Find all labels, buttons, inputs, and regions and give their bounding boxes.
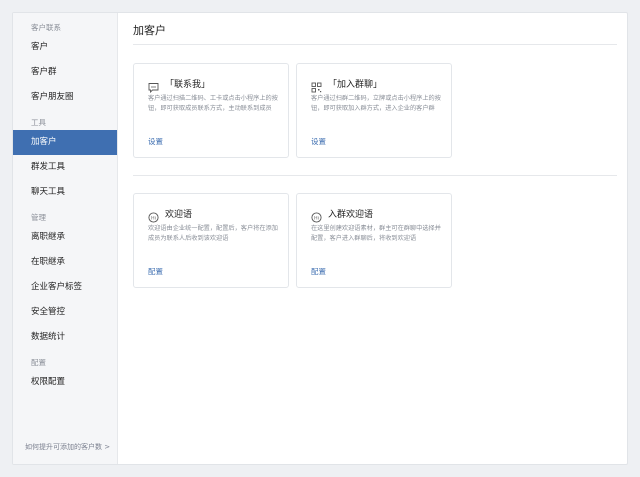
sidebar-item-customer-groups[interactable]: 客户群 <box>13 60 117 85</box>
sidebar-item-security[interactable]: 安全管控 <box>13 300 117 325</box>
hi-icon: Hi <box>311 208 322 223</box>
card-join-group: 「加入群聊」 客户通过扫群二维码，立牌或点击小程序上的按钮，即可获取加入群方式，… <box>296 63 452 158</box>
card-description: 客户通过扫描二维码、工卡或点击小程序上的按钮，即可获取成员联系方式，主动联系到成… <box>148 95 278 112</box>
configure-link[interactable]: 配置 <box>148 266 163 277</box>
sidebar-group-title: 管理 <box>31 213 46 222</box>
sidebar-item-customers[interactable]: 客户 <box>13 35 117 60</box>
qrcode-icon <box>311 78 322 93</box>
card-description: 在这里创建欢迎语素材，群主可在群聊中选择并配置，客户进入群聊后，将收到欢迎语 <box>311 225 441 242</box>
sidebar-item-resigned-transfer[interactable]: 离职继承 <box>13 225 117 250</box>
hi-icon: Hi <box>148 208 159 223</box>
sidebar-item-chat-tool[interactable]: 聊天工具 <box>13 180 117 205</box>
configure-link[interactable]: 配置 <box>311 266 326 277</box>
card-title: 入群欢迎语 <box>328 210 374 220</box>
main-content: 加客户 「联系我」 客户通过扫描二维码、工卡或点击小程序上的按钮，即可获取成员联… <box>119 13 627 464</box>
card-title: 「加入群聊」 <box>328 80 383 90</box>
sidebar-group-title: 配置 <box>31 358 46 367</box>
sidebar: 客户联系 客户 客户群 客户朋友圈 工具 加客户 群发工具 聊天工具 管理 离职… <box>13 13 118 464</box>
sidebar-group-title: 客户联系 <box>31 23 61 32</box>
divider <box>133 44 617 45</box>
sidebar-item-statistics[interactable]: 数据统计 <box>13 325 117 350</box>
sidebar-item-moments[interactable]: 客户朋友圈 <box>13 85 117 110</box>
svg-text:Hi: Hi <box>314 215 319 221</box>
sidebar-item-add-customer[interactable]: 加客户 <box>13 130 117 155</box>
sidebar-group-title: 工具 <box>31 118 46 127</box>
svg-text:Hi: Hi <box>151 215 156 221</box>
sidebar-item-customer-tags[interactable]: 企业客户标签 <box>13 275 117 300</box>
divider <box>133 175 617 176</box>
sidebar-help-link[interactable]: 如何提升可添加的客户数 > <box>25 442 110 452</box>
settings-link[interactable]: 设置 <box>148 136 163 147</box>
card-contact-me: 「联系我」 客户通过扫描二维码、工卡或点击小程序上的按钮，即可获取成员联系方式，… <box>133 63 289 158</box>
sidebar-item-broadcast-tool[interactable]: 群发工具 <box>13 155 117 180</box>
chat-icon <box>148 78 159 94</box>
sidebar-item-permissions[interactable]: 权限配置 <box>13 370 117 395</box>
card-title: 「联系我」 <box>165 80 211 90</box>
card-group-welcome-message: Hi 入群欢迎语 在这里创建欢迎语素材，群主可在群聊中选择并配置，客户进入群聊后… <box>296 193 452 288</box>
card-description: 欢迎语由企业统一配置，配置后，客户将在添加成员为联系人后收到该欢迎语 <box>148 225 278 242</box>
card-welcome-message: Hi 欢迎语 欢迎语由企业统一配置，配置后，客户将在添加成员为联系人后收到该欢迎… <box>133 193 289 288</box>
settings-link[interactable]: 设置 <box>311 136 326 147</box>
sidebar-item-active-transfer[interactable]: 在职继承 <box>13 250 117 275</box>
card-title: 欢迎语 <box>165 210 193 220</box>
page-title: 加客户 <box>133 24 166 37</box>
card-description: 客户通过扫群二维码，立牌或点击小程序上的按钮，即可获取加入群方式，进入企业的客户… <box>311 95 441 112</box>
app-window: 客户联系 客户 客户群 客户朋友圈 工具 加客户 群发工具 聊天工具 管理 离职… <box>12 12 628 465</box>
